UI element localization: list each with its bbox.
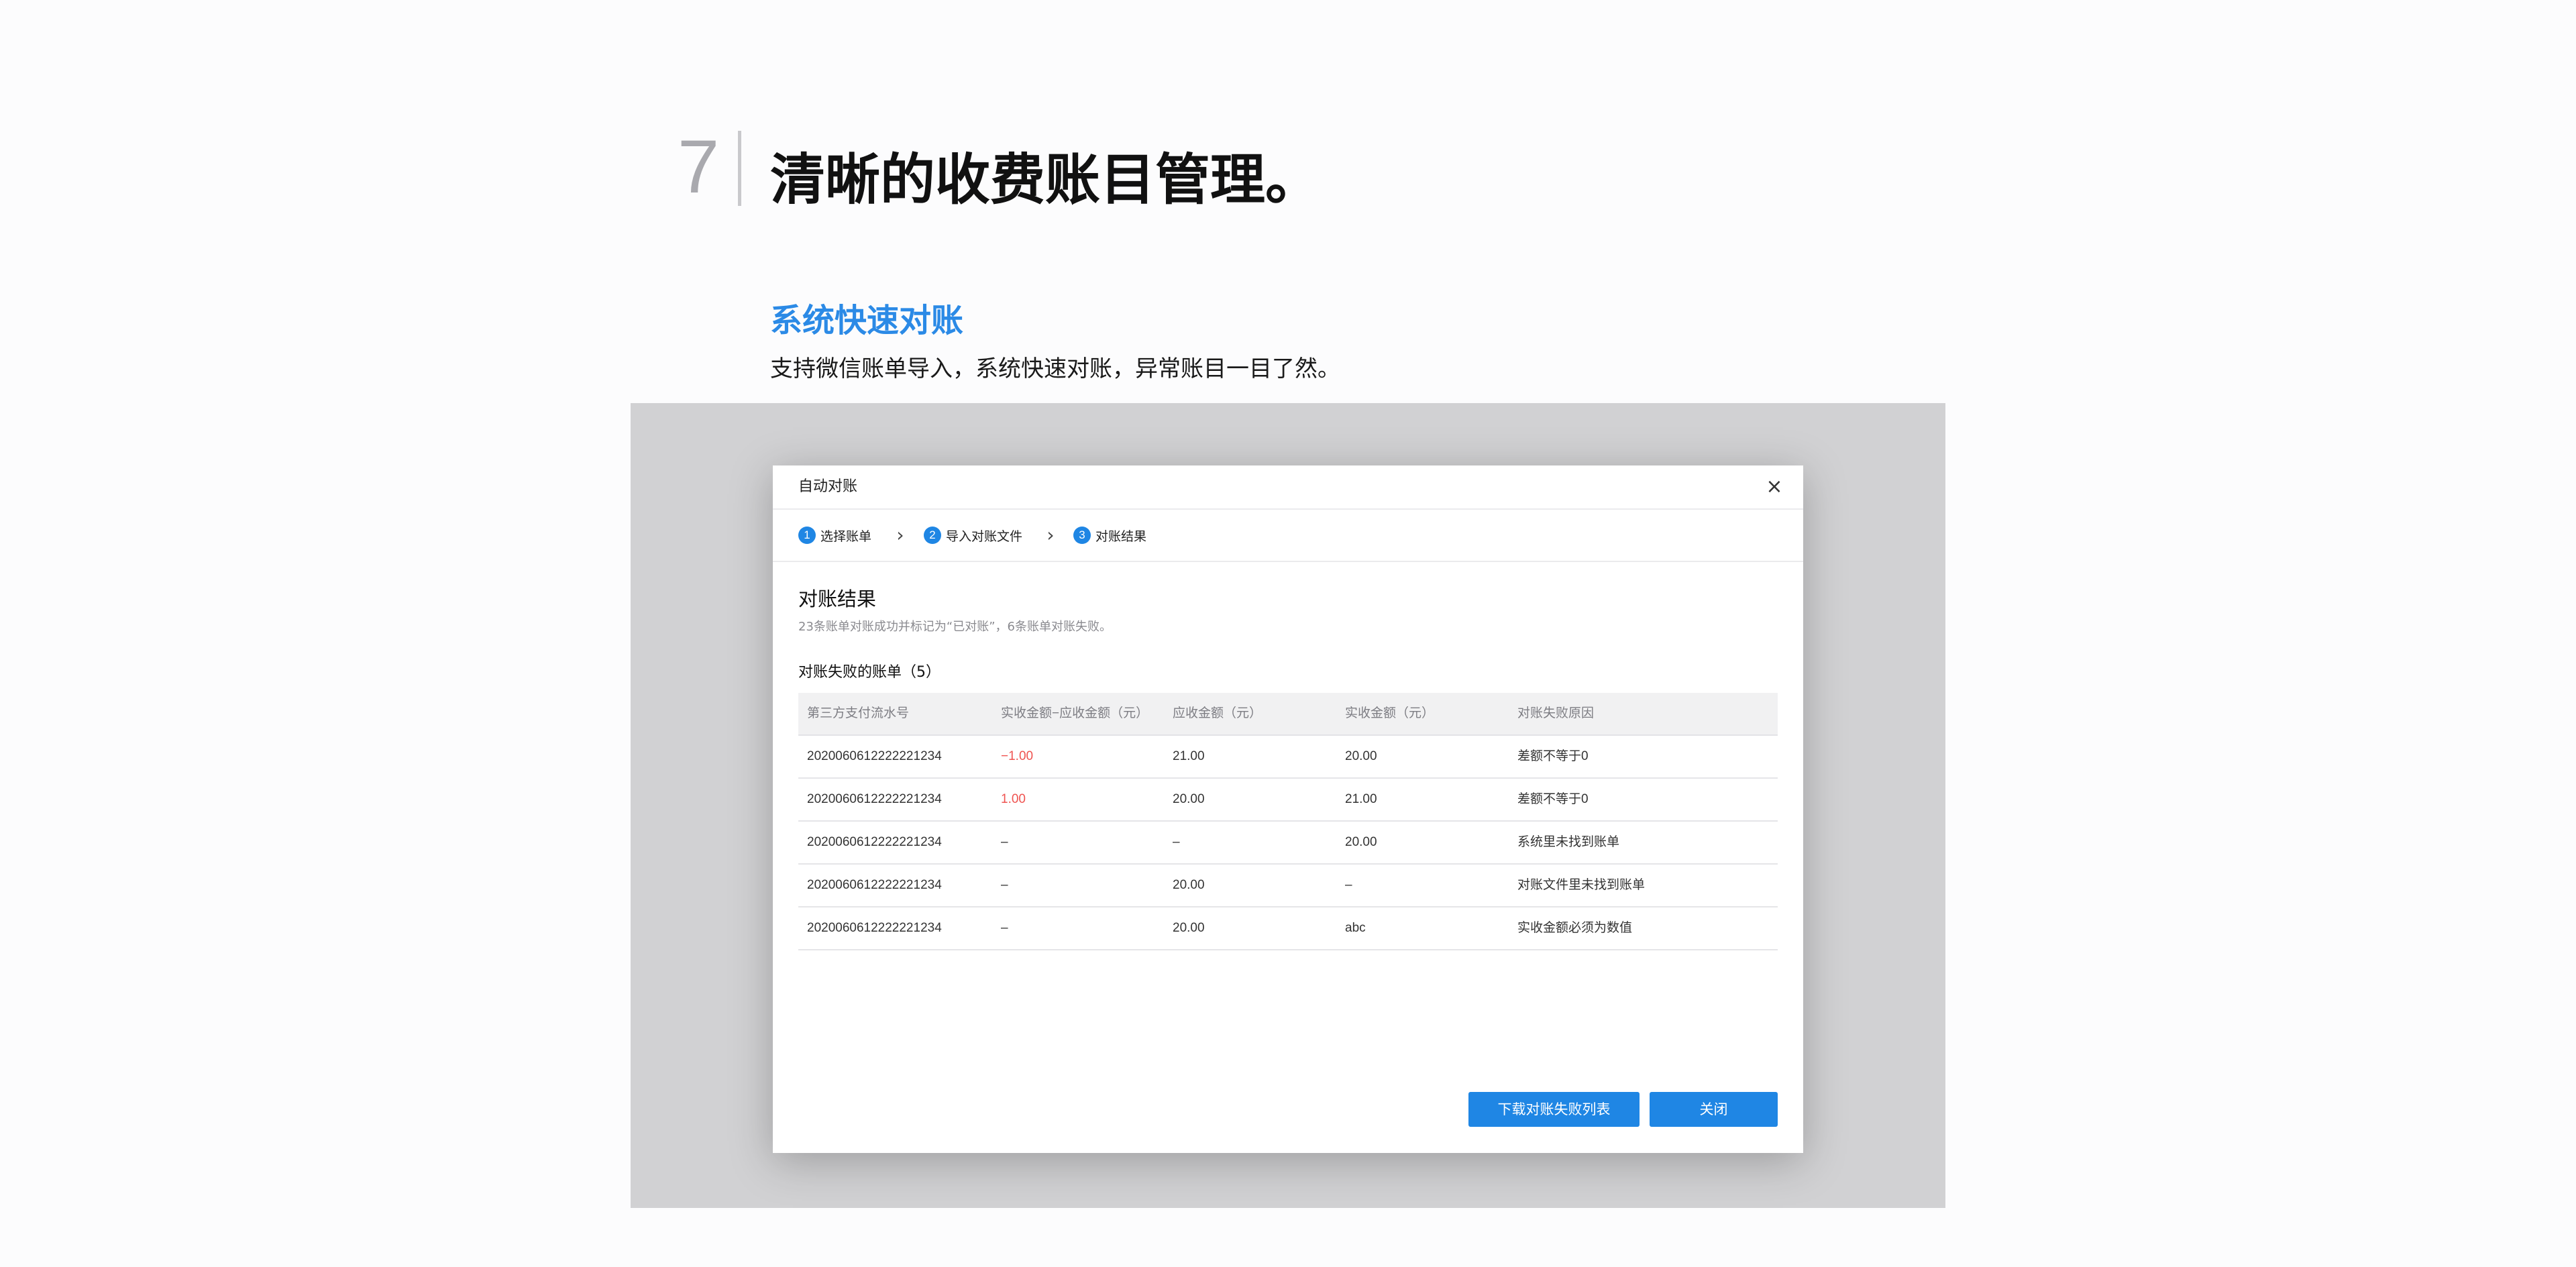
table-cell: abc bbox=[1345, 921, 1366, 935]
close-icon[interactable]: × bbox=[1762, 475, 1786, 499]
table-row: 2020060612222221234 −1.00 21.00 20.00 差额… bbox=[798, 736, 1778, 779]
column-header: 实收金额（元） bbox=[1345, 706, 1435, 720]
column-header: 第三方支付流水号 bbox=[807, 706, 910, 720]
table-cell: 20.00 bbox=[1173, 878, 1205, 892]
table-cell: 2020060612222221234 bbox=[807, 835, 942, 849]
result-title: 对账结果 bbox=[798, 588, 877, 610]
table-header: 第三方支付流水号 实收金额−应收金额（元） 应收金额（元） 实收金额（元） 对账… bbox=[798, 693, 1778, 736]
step-number: 2 bbox=[924, 527, 941, 544]
column-header: 应收金额（元） bbox=[1173, 706, 1263, 720]
table-row: 2020060612222221234 – 20.00 abc 实收金额必须为数… bbox=[798, 907, 1778, 950]
close-button[interactable]: 关闭 bbox=[1650, 1092, 1778, 1127]
step-select-bill[interactable]: 1 选择账单 bbox=[798, 526, 871, 545]
step-number: 1 bbox=[798, 527, 816, 544]
result-summary: 23条账单对账成功并标记为“已对账”，6条账单对账失败。 bbox=[798, 620, 1112, 634]
table-cell: – bbox=[1001, 921, 1008, 935]
table-cell: 20.00 bbox=[1173, 792, 1205, 806]
table-row: 2020060612222221234 1.00 20.00 21.00 差额不… bbox=[798, 779, 1778, 822]
table-cell: 差额不等于0 bbox=[1517, 749, 1589, 763]
table-cell: 20.00 bbox=[1173, 921, 1205, 935]
failed-bills-title: 对账失败的账单（5） bbox=[798, 664, 941, 681]
modal-header: 自动对账 × bbox=[773, 465, 1803, 510]
table-cell: – bbox=[1345, 878, 1352, 892]
step-number: 3 bbox=[1073, 527, 1091, 544]
chevron-right-icon: › bbox=[896, 524, 904, 546]
table-cell: 20.00 bbox=[1345, 835, 1377, 849]
modal-title: 自动对账 bbox=[798, 478, 858, 495]
table-cell: 21.00 bbox=[1345, 792, 1377, 806]
screenshot-stage: 自动对账 × 1 选择账单 › 2 导入对账文件 › 3 对账结果 对账结果 2… bbox=[631, 403, 1945, 1208]
column-header: 对账失败原因 bbox=[1517, 706, 1595, 720]
step-result[interactable]: 3 对账结果 bbox=[1073, 526, 1146, 545]
step-label: 对账结果 bbox=[1095, 529, 1147, 544]
table-cell: 实收金额必须为数值 bbox=[1517, 921, 1633, 935]
column-header: 实收金额−应收金额（元） bbox=[1001, 706, 1149, 720]
feature-title: 系统快速对账 bbox=[770, 302, 964, 339]
table-cell: 20.00 bbox=[1345, 749, 1377, 763]
table-cell: 21.00 bbox=[1173, 749, 1205, 763]
table-row: 2020060612222221234 – – 20.00 系统里未找到账单 bbox=[798, 822, 1778, 865]
table-cell: – bbox=[1001, 878, 1008, 892]
step-label: 导入对账文件 bbox=[946, 529, 1023, 544]
table-cell: 2020060612222221234 bbox=[807, 878, 942, 892]
chevron-right-icon: › bbox=[1046, 524, 1055, 546]
table-cell: 2020060612222221234 bbox=[807, 749, 942, 763]
table-row: 2020060612222221234 – 20.00 – 对账文件里未找到账单 bbox=[798, 865, 1778, 907]
page-title: 清晰的收费账目管理。 bbox=[770, 148, 1321, 212]
table-cell: 2020060612222221234 bbox=[807, 921, 942, 935]
table-cell: −1.00 bbox=[1001, 749, 1034, 763]
table-cell: 对账文件里未找到账单 bbox=[1517, 878, 1646, 892]
section-number: 7 bbox=[678, 125, 720, 209]
table-cell: 1.00 bbox=[1001, 792, 1026, 806]
step-label: 选择账单 bbox=[820, 529, 872, 544]
table-cell: 系统里未找到账单 bbox=[1517, 835, 1620, 849]
download-failed-list-button[interactable]: 下载对账失败列表 bbox=[1468, 1092, 1640, 1127]
table-cell: 差额不等于0 bbox=[1517, 792, 1589, 806]
steps-bar: 1 选择账单 › 2 导入对账文件 › 3 对账结果 bbox=[773, 510, 1803, 562]
feature-description: 支持微信账单导入，系统快速对账，异常账目一目了然。 bbox=[770, 355, 1340, 382]
section-divider bbox=[738, 131, 741, 206]
failed-bills-table: 第三方支付流水号 实收金额−应收金额（元） 应收金额（元） 实收金额（元） 对账… bbox=[798, 693, 1778, 950]
reconciliation-modal: 自动对账 × 1 选择账单 › 2 导入对账文件 › 3 对账结果 对账结果 2… bbox=[773, 465, 1803, 1153]
table-cell: 2020060612222221234 bbox=[807, 792, 942, 806]
step-import-file[interactable]: 2 导入对账文件 bbox=[924, 526, 1022, 545]
table-cell: – bbox=[1001, 835, 1008, 849]
table-cell: – bbox=[1173, 835, 1180, 849]
